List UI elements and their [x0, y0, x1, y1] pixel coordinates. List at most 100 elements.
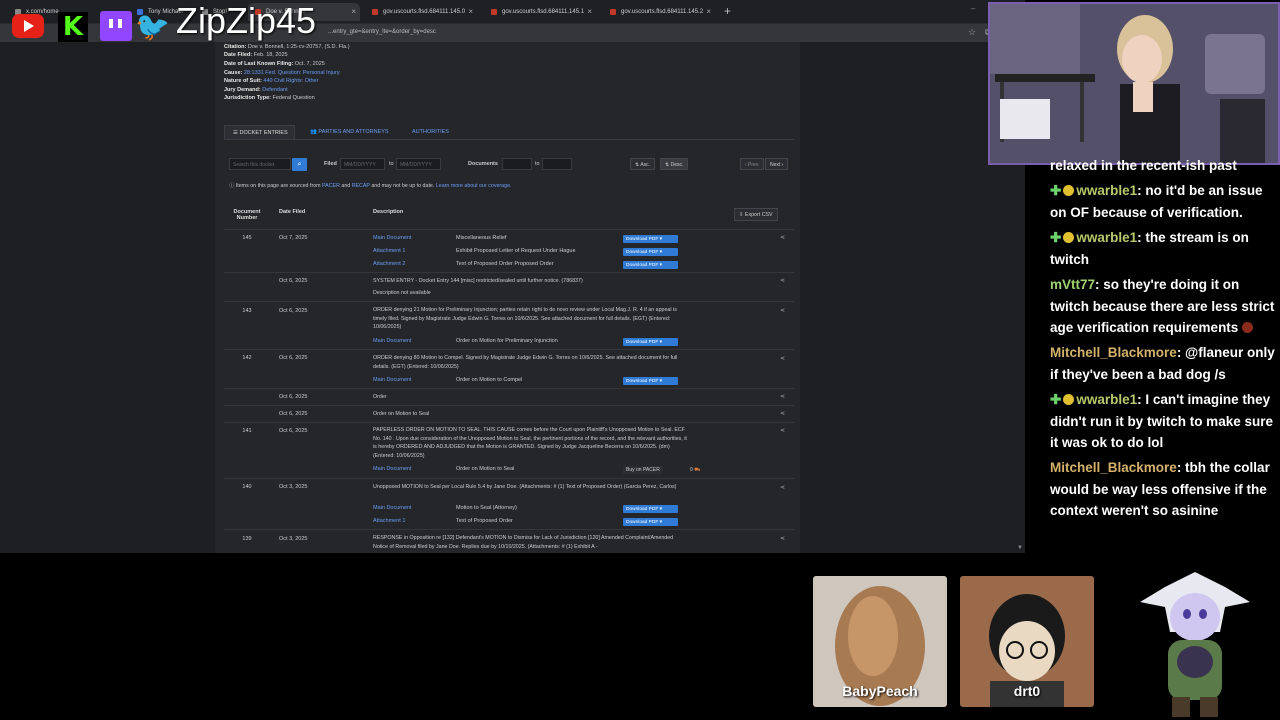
tab-authorities[interactable]: AUTHORITIES [404, 125, 455, 139]
close-icon[interactable]: × [587, 7, 592, 16]
asc-button[interactable]: ⇅ Asc. [630, 158, 656, 170]
main-document-link[interactable]: Main Document [373, 377, 412, 383]
tab-parties[interactable]: 👥 PARTIES AND ATTORNEYS [302, 125, 395, 139]
share-icon[interactable]: ⋖ [780, 410, 785, 417]
tab-doc-1[interactable]: gov.uscourts.flsd.684111.145.1 × [484, 3, 596, 21]
chat-message: ✚ wwarble1: no it'd be an issue on OF bec… [1050, 183, 1263, 220]
entry-description: ORDER denying 80 Motion to Compel. Signe… [373, 355, 678, 370]
attachment-desc: Motion to Seal (Attorney) [456, 505, 517, 511]
share-icon[interactable]: ⋖ [780, 355, 785, 362]
date-filed: Oct 6, 2025 [279, 308, 308, 314]
doc-from-input[interactable] [502, 158, 532, 170]
documents-label: Documents [468, 161, 498, 167]
scroll-down-icon[interactable]: ▼ [1017, 545, 1023, 551]
doc-number: 142 [242, 355, 252, 361]
share-icon[interactable]: ⋖ [780, 307, 785, 314]
share-icon[interactable]: ⋖ [780, 427, 785, 434]
price-label: 0 ⛟ [690, 467, 701, 473]
coverage-notice: ⓘ Items on this page are sourced from PA… [229, 183, 512, 189]
case-jurisdiction: Jurisdiction Type: Federal Question [224, 95, 315, 101]
date-filed: Oct 3, 2025 [279, 484, 308, 490]
close-icon[interactable]: × [706, 7, 711, 16]
doc-to-input[interactable] [542, 158, 572, 170]
attachment-link[interactable]: Attachment 1 [373, 518, 405, 524]
next-button[interactable]: Next › [765, 158, 789, 170]
divider [224, 478, 794, 479]
emote-icon [1242, 322, 1254, 333]
date-from-input[interactable]: MM/DD/YYYY [340, 158, 385, 170]
main-document-link[interactable]: Main Document [373, 338, 412, 344]
date-filed: Oct 7, 2025 [279, 235, 308, 241]
divider [224, 405, 794, 406]
avatar-name: BabyPeach [842, 683, 918, 699]
chat-message: Mitchell_Blackmore: @flaneur only if the… [1050, 345, 1275, 382]
twitter-icon: 🐦 [135, 11, 170, 42]
desc-button[interactable]: ⇅ Desc. [660, 158, 689, 170]
doc-number: 145 [242, 235, 252, 241]
divider [224, 349, 794, 350]
chat-message: ✚ wwarble1: the stream is on twitch [1050, 230, 1249, 267]
doc-number: 141 [242, 428, 252, 434]
to-label: to [389, 161, 394, 167]
new-tab-icon[interactable]: + [724, 4, 731, 18]
main-document-link[interactable]: Main Document [373, 466, 412, 472]
col-document-number: Document Number [233, 209, 261, 221]
divider [224, 272, 794, 273]
download-pdf-button[interactable]: Download PDF ▾ [623, 261, 678, 269]
attachment-desc: Text of Proposed Order [456, 518, 513, 524]
sub-badge-icon [1063, 394, 1075, 405]
twitch-icon [100, 11, 132, 41]
attachment-desc: Order on Motion for Preliminary Injuncti… [456, 338, 558, 344]
case-last-filing: Date of Last Known Filing: Oct. 7, 2025 [224, 61, 325, 67]
docket-panel [215, 42, 800, 553]
chat-message: relaxed in the recent-ish past [1050, 158, 1237, 173]
mascot-image [1140, 572, 1250, 717]
download-pdf-button[interactable]: Download PDF ▾ [623, 338, 678, 346]
date-filed: Oct 6, 2025 [279, 428, 308, 434]
divider [224, 422, 794, 423]
prev-button[interactable]: ‹ Prev. [740, 158, 765, 170]
webcam-image [990, 4, 1278, 163]
star-icon[interactable]: ☆ [968, 27, 985, 37]
download-pdf-button[interactable]: Download PDF ▾ [623, 248, 678, 256]
entry-description: Order on Motion to Seal [373, 411, 430, 417]
share-icon[interactable]: ⋖ [780, 535, 785, 542]
case-jury: Jury Demand: Defendant [224, 87, 288, 93]
close-icon[interactable]: × [351, 7, 356, 16]
share-icon[interactable]: ⋖ [780, 484, 785, 491]
share-icon[interactable]: ⋖ [780, 393, 785, 400]
buy-on-pacer-button[interactable]: Buy on PACER [623, 466, 663, 474]
attachment-link[interactable]: Attachment 1 [373, 248, 405, 254]
entry-description: SYSTEM ENTRY - Docket Entry 144 [misc] r… [373, 278, 583, 284]
search-input[interactable]: Search this docket [229, 158, 291, 170]
tab-docket-entries[interactable]: ☰ DOCKET ENTRIES [224, 125, 295, 139]
url-text[interactable]: ...entry_gte=&entry_lte=&order_by=desc [328, 29, 436, 35]
sub-badge-icon [1063, 232, 1075, 243]
main-document-link[interactable]: Main Document [373, 505, 412, 511]
download-pdf-button[interactable]: Download PDF ▾ [623, 235, 678, 243]
col-description: Description [373, 209, 404, 215]
close-icon[interactable]: × [468, 7, 473, 16]
attachment-desc: Exhibit Proposed Letter of Request Under… [456, 248, 576, 254]
date-to-input[interactable]: MM/DD/YYYY [396, 158, 441, 170]
export-csv-button[interactable]: ⇩ Export CSV [734, 208, 778, 221]
tab-doc-2[interactable]: gov.uscourts.flsd.684111.145.2 × [603, 3, 715, 21]
main-document-link[interactable]: Main Document [373, 235, 412, 241]
page-content [0, 42, 1025, 553]
chat-message: Mitchell_Blackmore: tbh the collar would… [1050, 460, 1270, 518]
download-pdf-button[interactable]: Download PDF ▾ [623, 377, 678, 385]
entry-description: Unopposed MOTION to Seal per Local Rule … [373, 484, 677, 490]
divider [224, 301, 794, 302]
share-icon[interactable]: ⋖ [780, 234, 785, 241]
to-label-2: to [535, 161, 540, 167]
share-icon[interactable]: ⋖ [780, 277, 785, 284]
entry-description: RESPONSE in Opposition re [132] Defendan… [373, 535, 674, 550]
search-button[interactable]: ⌕ [292, 158, 307, 171]
chat-panel: relaxed in the recent-ish past ✚ wwarble1… [1040, 155, 1280, 530]
tab-doc-0[interactable]: gov.uscourts.flsd.684111.145.0 × [365, 3, 477, 21]
attachment-desc: Miscellaneous Relief [456, 235, 507, 241]
download-pdf-button[interactable]: Download PDF ▾ [623, 518, 678, 526]
download-pdf-button[interactable]: Download PDF ▾ [623, 505, 678, 513]
divider [224, 529, 794, 530]
attachment-link[interactable]: Attachment 2 [373, 261, 405, 267]
